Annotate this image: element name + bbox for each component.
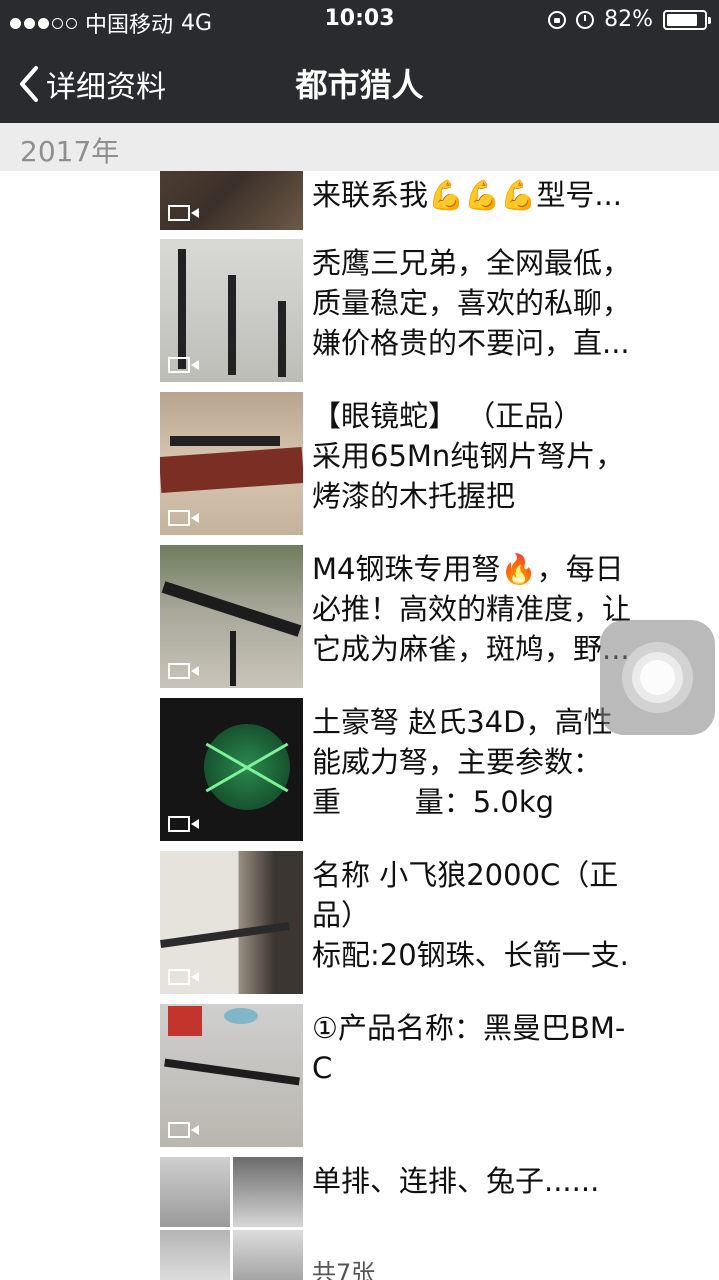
post-image-grid[interactable] xyxy=(160,1157,303,1280)
post-thumbnail[interactable] xyxy=(160,851,303,994)
feed-post[interactable]: 【眼镜蛇】 （正品） 采用65Mn纯钢片弩片， 烤漆的木托握把 xyxy=(0,392,719,539)
video-icon xyxy=(168,816,199,832)
video-icon xyxy=(168,510,199,526)
post-text-line: ①产品名称：黑曼巴BM- xyxy=(312,1011,626,1045)
post-thumbnail[interactable] xyxy=(160,698,303,841)
feed-post[interactable]: 单排、连排、兔子...... 共7张 xyxy=(0,1157,719,1280)
grid-image[interactable] xyxy=(160,1230,230,1280)
video-icon xyxy=(168,969,199,985)
post-text-line: C xyxy=(312,1051,333,1085)
image-count: 共7张 xyxy=(312,1259,376,1280)
post-text-line: 来联系我💪💪💪型号... xyxy=(312,178,622,212)
grid-image[interactable] xyxy=(233,1157,303,1227)
post-thumbnail[interactable] xyxy=(160,171,303,230)
post-text: 单排、连排、兔子...... xyxy=(312,1161,680,1201)
navigation-bar: 详细资料 都市猎人 xyxy=(0,40,719,123)
video-icon xyxy=(168,357,199,373)
alarm-icon xyxy=(576,10,595,29)
feed-post[interactable]: 秃鹰三兄弟，全网最低， 质量稳定，喜欢的私聊， 嫌价格贵的不要问，直... xyxy=(0,239,719,386)
post-text-line: M4钢珠专用弩🔥，每日 xyxy=(312,552,624,586)
post-text: ①产品名称：黑曼巴BM- C xyxy=(312,1008,680,1088)
post-text-line: 【眼镜蛇】 （正品） xyxy=(312,399,583,433)
post-text-line: 重 量：5.0kg xyxy=(312,785,555,819)
post-text: 名称 小飞狼2000C（正 品） 标配:20钢珠、长箭一支. xyxy=(312,855,680,975)
page-title: 都市猎人 xyxy=(295,66,424,104)
post-text-line: 单排、连排、兔子...... xyxy=(312,1164,600,1198)
post-thumbnail[interactable] xyxy=(160,1004,303,1147)
post-text-line: 嫌价格贵的不要问，直... xyxy=(312,326,630,360)
status-bar: 中国移动 4G 10:03 82% xyxy=(0,0,719,40)
post-text: 秃鹰三兄弟，全网最低， 质量稳定，喜欢的私聊， 嫌价格贵的不要问，直... xyxy=(312,243,680,363)
post-text-line: 能威力弩，主要参数： xyxy=(312,745,603,779)
post-text-line: 名称 小飞狼2000C（正 xyxy=(312,858,619,892)
video-icon xyxy=(168,663,199,679)
grid-image[interactable] xyxy=(233,1230,303,1280)
year-label: 2017年 xyxy=(20,135,120,168)
battery-icon xyxy=(663,9,711,30)
post-thumbnail[interactable] xyxy=(160,545,303,688)
year-header: 2017年 xyxy=(0,123,719,171)
feed-post[interactable]: 来联系我💪💪💪型号... xyxy=(0,171,719,234)
feed-post[interactable]: ①产品名称：黑曼巴BM- C xyxy=(0,1004,719,1151)
post-text-line: 质量稳定，喜欢的私聊， xyxy=(312,286,632,320)
post-text-line: 秃鹰三兄弟，全网最低， xyxy=(312,246,632,280)
video-icon xyxy=(168,1122,199,1138)
video-icon xyxy=(168,205,199,221)
post-thumbnail[interactable] xyxy=(160,239,303,382)
post-text-line: 采用65Mn纯钢片弩片， xyxy=(312,439,625,473)
battery-percent: 82% xyxy=(604,7,653,32)
post-text-line: 标配:20钢珠、长箭一支. xyxy=(312,938,629,972)
grid-image[interactable] xyxy=(160,1157,230,1227)
post-thumbnail[interactable] xyxy=(160,392,303,535)
post-text: 来联系我💪💪💪型号... xyxy=(312,175,680,215)
feed-post[interactable]: 名称 小飞狼2000C（正 品） 标配:20钢珠、长箭一支. xyxy=(0,851,719,998)
rotation-lock-icon xyxy=(548,10,567,29)
post-text-line: 品） xyxy=(312,898,371,932)
status-right: 82% xyxy=(548,7,711,32)
post-text-line: 烤漆的木托握把 xyxy=(312,479,516,513)
post-text: 【眼镜蛇】 （正品） 采用65Mn纯钢片弩片， 烤漆的木托握把 xyxy=(312,396,680,516)
assistive-touch-button[interactable] xyxy=(600,620,715,735)
